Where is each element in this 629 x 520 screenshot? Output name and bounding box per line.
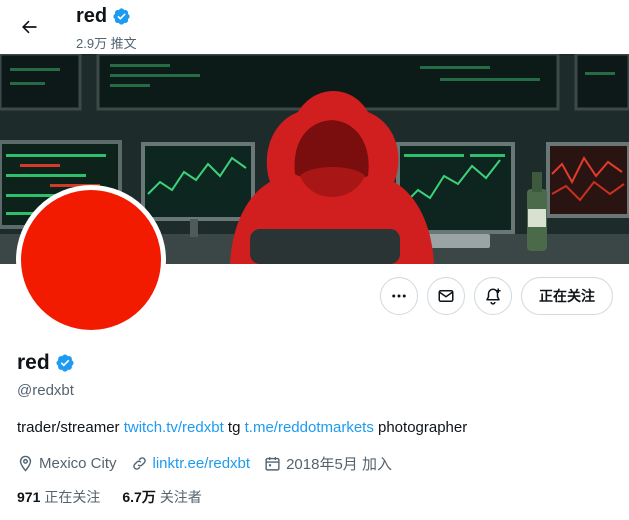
bio-link-telegram[interactable]: t.me/reddotmarkets [245,419,374,436]
notify-button[interactable] [474,277,512,315]
more-button[interactable] [380,277,418,315]
location-pin-icon [19,455,32,472]
profile-avatar[interactable] [16,185,166,335]
arrow-left-icon [22,20,37,34]
bio-link-twitch[interactable]: twitch.tv/redxbt [124,419,224,436]
following-count: 971 [17,489,41,505]
following-stat[interactable]: 971 正在关注 [17,487,100,507]
profile-website[interactable]: linktr.ee/redxbt [131,455,251,472]
header-name: red [76,5,108,27]
bio-text: tg [223,419,245,436]
profile-meta: Mexico City linktr.ee/redxbt 2018年5月 加入 [17,453,406,474]
back-button[interactable] [12,10,46,44]
website-link[interactable]: linktr.ee/redxbt [153,455,251,472]
profile-actions: 正在关注 [380,277,613,315]
profile-name: red [17,351,75,375]
message-button[interactable] [427,277,465,315]
followers-stat[interactable]: 6.7万 关注者 [122,487,201,507]
profile-display-name: red [17,351,50,374]
verified-badge-icon [56,354,74,372]
envelope-icon [438,290,454,302]
profile-handle: @redxbt [17,382,74,399]
profile-bio: trader/streamer twitch.tv/redxbt tg t.me… [17,419,467,436]
top-bar: red 2.9万 推文 [0,0,629,54]
bio-text: trader/streamer [17,419,124,436]
profile-joined: 2018年5月 加入 [264,453,392,474]
profile-location: Mexico City [17,455,117,472]
profile-stats: 971 正在关注 6.7万 关注者 [17,487,224,507]
followers-label: 关注者 [159,489,202,505]
post-count: 2.9万 推文 [76,36,137,51]
header-title: red [76,5,131,28]
bio-text: photographer [373,419,468,436]
calendar-icon [265,457,280,471]
bell-plus-icon [486,288,501,305]
avatar-image [21,190,161,330]
joined-text: 2018年5月 加入 [286,456,392,473]
link-icon [132,457,146,470]
following-label: 正在关注 [44,489,101,505]
following-button[interactable]: 正在关注 [521,277,613,315]
location-text: Mexico City [39,455,117,472]
verified-badge-icon [113,8,130,25]
more-icon [392,294,406,298]
followers-count: 6.7万 [122,489,156,505]
